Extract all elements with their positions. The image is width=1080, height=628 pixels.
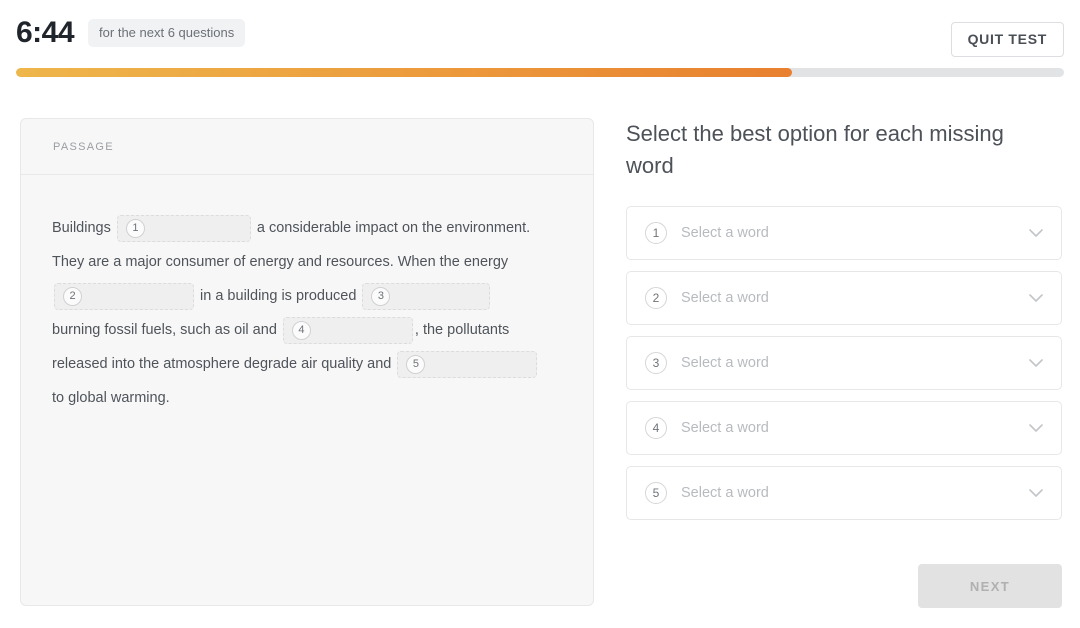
passage-blank-3[interactable]: 3 xyxy=(362,282,491,310)
timer-value: 6:44 xyxy=(16,16,75,49)
chevron-down-icon[interactable] xyxy=(1029,293,1043,303)
passage-body: Buildings 1 a considerable impact on the… xyxy=(21,175,593,415)
timer-note: for the next 6 questions xyxy=(88,19,246,47)
select-number-badge: 5 xyxy=(645,482,667,504)
select-placeholder: Select a word xyxy=(681,420,769,436)
passage-blank-2[interactable]: 2 xyxy=(54,282,194,310)
select-placeholder: Select a word xyxy=(681,485,769,501)
blank-number-badge: 1 xyxy=(125,218,145,238)
passage-text-run: burning fossil fuels, such as oil and xyxy=(52,322,281,338)
passage-text-run: released into the atmosphere degrade air… xyxy=(52,356,396,372)
passage-blank-4[interactable]: 4 xyxy=(282,316,413,344)
answers-panel: Select the best option for each missing … xyxy=(626,118,1062,608)
chevron-down-icon[interactable] xyxy=(1029,228,1043,238)
next-button[interactable]: NEXT xyxy=(918,564,1062,608)
select-number-badge: 3 xyxy=(645,352,667,374)
answer-select-5[interactable]: 5 Select a word xyxy=(626,466,1062,520)
passage-line: released into the atmosphere degrade air… xyxy=(52,347,567,381)
top-bar: 6:44 for the next 6 questions QUIT TEST xyxy=(0,0,1080,66)
quit-test-button[interactable]: QUIT TEST xyxy=(950,22,1064,57)
answer-select-3[interactable]: 3 Select a word xyxy=(626,336,1062,390)
passage-card: PASSAGE Buildings 1 a considerable impac… xyxy=(20,118,594,606)
blank-number-badge: 3 xyxy=(371,286,391,306)
blank-number-badge: 4 xyxy=(291,320,311,340)
select-number-badge: 2 xyxy=(645,287,667,309)
passage-text-run: Buildings xyxy=(52,220,115,236)
passage-blank-5[interactable]: 5 xyxy=(397,350,538,378)
select-number-badge: 4 xyxy=(645,417,667,439)
chevron-down-icon[interactable] xyxy=(1029,488,1043,498)
answer-select-1[interactable]: 1 Select a word xyxy=(626,206,1062,260)
passage-line: Buildings 1 a considerable impact on the… xyxy=(52,211,567,245)
passage-text-run: in a building is produced xyxy=(196,288,361,304)
progress-bar-track xyxy=(16,68,1064,77)
passage-text-run: , the pollutants xyxy=(414,322,510,338)
select-number-badge: 1 xyxy=(645,222,667,244)
blank-number-badge: 5 xyxy=(406,354,426,374)
answer-select-2[interactable]: 2 Select a word xyxy=(626,271,1062,325)
passage-label: PASSAGE xyxy=(53,140,114,153)
passage-text-run: They are a major consumer of energy and … xyxy=(52,254,509,270)
passage-text-run: to global warming. xyxy=(52,390,170,406)
passage-line: to global warming. xyxy=(52,381,567,415)
select-placeholder: Select a word xyxy=(681,225,769,241)
page-title: Select the best option for each missing … xyxy=(626,121,1004,178)
passage-blank-1[interactable]: 1 xyxy=(116,214,251,242)
answer-select-list: 1 Select a word 2 Select a word 3 Select a wo… xyxy=(626,206,1062,520)
timer-group: 6:44 for the next 6 questions xyxy=(16,16,246,49)
chevron-down-icon[interactable] xyxy=(1029,358,1043,368)
select-placeholder: Select a word xyxy=(681,355,769,371)
progress-bar-fill xyxy=(16,68,792,77)
answer-select-4[interactable]: 4 Select a word xyxy=(626,401,1062,455)
chevron-down-icon[interactable] xyxy=(1029,423,1043,433)
passage-line: burning fossil fuels, such as oil and 4,… xyxy=(52,313,567,347)
blank-number-badge: 2 xyxy=(63,286,82,306)
passage-card-header: PASSAGE xyxy=(21,119,593,175)
passage-line: 2 in a building is produced 3 xyxy=(52,279,567,313)
passage-line: They are a major consumer of energy and … xyxy=(52,245,567,279)
passage-text-run: a considerable impact on the environment… xyxy=(252,220,531,236)
select-placeholder: Select a word xyxy=(681,290,769,306)
